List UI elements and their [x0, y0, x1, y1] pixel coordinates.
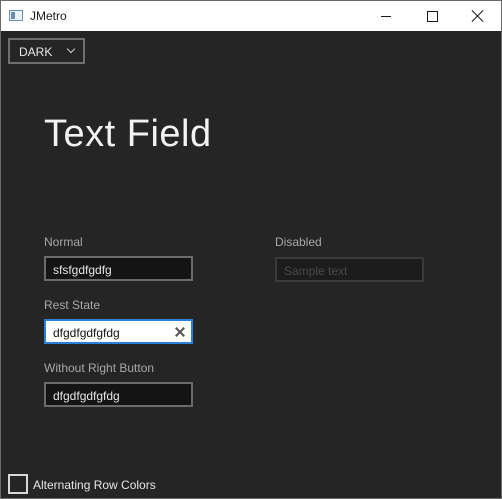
normal-text-field-value: sfsfgdfgdfg: [53, 263, 112, 277]
normal-text-field[interactable]: sfsfgdfgdfg: [44, 256, 193, 281]
disabled-text-field-placeholder: Sample text: [284, 264, 348, 278]
rest-state-field-label: Rest State: [44, 298, 101, 312]
minimize-button[interactable]: [363, 1, 409, 31]
close-button[interactable]: [455, 1, 501, 31]
maximize-button[interactable]: [409, 1, 455, 31]
rest-state-text-field[interactable]: dfgdfgdfgfdg: [44, 319, 193, 344]
alternating-row-colors-checkbox[interactable]: [8, 474, 28, 494]
without-right-button-field-label: Without Right Button: [44, 361, 155, 375]
page-title: Text Field: [44, 113, 212, 155]
minimize-icon: [381, 15, 391, 17]
close-icon: [472, 10, 484, 22]
without-right-button-text-field-value: dfgdfgdfgfdg: [53, 389, 120, 403]
window-title: JMetro: [30, 9, 67, 23]
disabled-field-label: Disabled: [275, 235, 322, 249]
chevron-down-icon: [66, 44, 76, 54]
clear-icon[interactable]: [175, 327, 185, 337]
app-window-icon: [9, 10, 23, 21]
normal-field-label: Normal: [44, 235, 83, 249]
disabled-text-field: Sample text: [275, 257, 424, 282]
rest-state-text-field-value: dfgdfgdfgfdg: [53, 326, 120, 340]
without-right-button-text-field[interactable]: dfgdfgdfgfdg: [44, 382, 193, 407]
alternating-row-colors-label[interactable]: Alternating Row Colors: [33, 478, 156, 492]
theme-dropdown-value: DARK: [19, 45, 53, 59]
theme-dropdown[interactable]: DARK: [8, 38, 85, 64]
maximize-icon: [426, 10, 438, 22]
title-bar[interactable]: JMetro: [1, 1, 501, 31]
app-window: JMetro DARK Text Field Normal sfsfgdfgdf…: [0, 0, 502, 499]
